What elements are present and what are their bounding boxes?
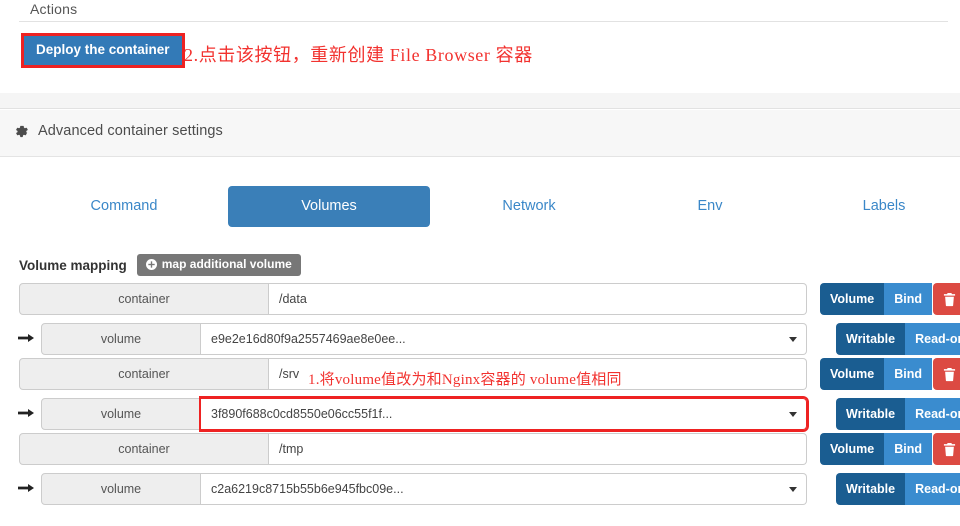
volume-select-value: e9e2e16d80f9a2557469ae8e0ee... — [211, 332, 406, 346]
tab-labels[interactable]: Labels — [818, 186, 950, 227]
delete-volume-mapping-button[interactable] — [933, 283, 960, 315]
tab-volumes[interactable]: Volumes — [228, 186, 430, 227]
container-path-input[interactable]: /data — [269, 283, 807, 315]
advanced-settings-label: Advanced container settings — [38, 123, 223, 139]
volume-type-bind-button[interactable]: Bind — [884, 358, 933, 390]
volume-type-volume-button[interactable]: Volume — [820, 283, 885, 315]
actions-section-title: Actions — [30, 1, 78, 17]
tab-command[interactable]: Command — [46, 186, 202, 227]
container-path-row: container /tmp Volume Bind — [0, 433, 960, 465]
plus-circle-icon — [145, 259, 157, 270]
container-path-row: container /data Volume Bind — [0, 283, 960, 315]
volume-type-group: Volume Bind — [820, 283, 933, 315]
volume-select-row: volume 3f890f688c0cd8550e06cc55f1f... Wr… — [0, 396, 960, 432]
annotation-step-2: 2.点击该按钮，重新创建 File Browser 容器 — [184, 45, 533, 65]
volume-access-writable-button[interactable]: Writable — [836, 323, 906, 355]
volume-access-readonly-button[interactable]: Read-only — [905, 398, 960, 430]
section-band — [0, 93, 960, 109]
volume-type-volume-button[interactable]: Volume — [820, 433, 885, 465]
volume-select-row: volume c2a6219c8715b55b6e945fbc09e... Wr… — [0, 473, 960, 505]
volume-type-volume-button[interactable]: Volume — [820, 358, 885, 390]
volume-label: volume — [41, 398, 201, 430]
chevron-down-icon — [789, 412, 797, 417]
volume-select[interactable]: 3f890f688c0cd8550e06cc55f1f... — [199, 396, 809, 432]
volume-access-group: Writable Read-only — [836, 398, 960, 430]
volume-type-group: Volume Bind — [820, 358, 933, 390]
portainer-container-form: Actions Deploy the container 2.点击该按钮，重新创… — [0, 0, 960, 526]
volume-mapping-title: Volume mapping — [19, 257, 127, 273]
volume-access-readonly-button[interactable]: Read-only — [905, 473, 960, 505]
volume-mapping-header: Volume mapping map additional volume — [19, 254, 301, 276]
advanced-container-settings-bar: Advanced container settings — [0, 110, 960, 157]
container-label: container — [19, 358, 269, 390]
volume-mapping-entry: container /data Volume Bind volume e9e2e… — [0, 283, 960, 355]
trash-icon — [943, 292, 956, 307]
volume-mapping-entry: container /tmp Volume Bind volume c2a621… — [0, 433, 960, 505]
gear-icon — [14, 124, 29, 139]
deploy-button-highlight: Deploy the container — [21, 33, 185, 68]
volume-access-group: Writable Read-only — [836, 323, 960, 355]
map-additional-volume-button[interactable]: map additional volume — [136, 254, 301, 276]
volume-select-row: volume e9e2e16d80f9a2557469ae8e0ee... Wr… — [0, 323, 960, 355]
volume-access-readonly-button[interactable]: Read-only — [905, 323, 960, 355]
tab-env[interactable]: Env — [644, 186, 776, 227]
container-label: container — [19, 433, 269, 465]
delete-volume-mapping-button[interactable] — [933, 433, 960, 465]
volume-select-value: c2a6219c8715b55b6e945fbc09e... — [211, 482, 404, 496]
volume-access-writable-button[interactable]: Writable — [836, 398, 906, 430]
volume-select[interactable]: c2a6219c8715b55b6e945fbc09e... — [201, 473, 807, 505]
chevron-down-icon — [789, 337, 797, 342]
delete-volume-mapping-button[interactable] — [933, 358, 960, 390]
volume-select-value: 3f890f688c0cd8550e06cc55f1f... — [211, 407, 393, 421]
volume-label: volume — [41, 473, 201, 505]
tab-network[interactable]: Network — [453, 186, 605, 227]
trash-icon — [943, 442, 956, 457]
volume-type-bind-button[interactable]: Bind — [884, 283, 933, 315]
container-label: container — [19, 283, 269, 315]
map-additional-volume-label: map additional volume — [161, 257, 292, 271]
deploy-the-container-button[interactable]: Deploy the container — [24, 36, 182, 65]
settings-tabs: Command Volumes Network Env Labels — [0, 186, 960, 230]
volume-access-writable-button[interactable]: Writable — [836, 473, 906, 505]
trash-icon — [943, 367, 956, 382]
chevron-down-icon — [789, 487, 797, 492]
volume-access-group: Writable Read-only — [836, 473, 960, 505]
volume-select[interactable]: e9e2e16d80f9a2557469ae8e0ee... — [201, 323, 807, 355]
container-path-input[interactable]: /tmp — [269, 433, 807, 465]
volume-label: volume — [41, 323, 201, 355]
section-divider — [19, 21, 948, 22]
annotation-step-1: 1.将volume值改为和Nginx容器的 volume值相同 — [308, 372, 622, 388]
volume-type-bind-button[interactable]: Bind — [884, 433, 933, 465]
volume-type-group: Volume Bind — [820, 433, 933, 465]
